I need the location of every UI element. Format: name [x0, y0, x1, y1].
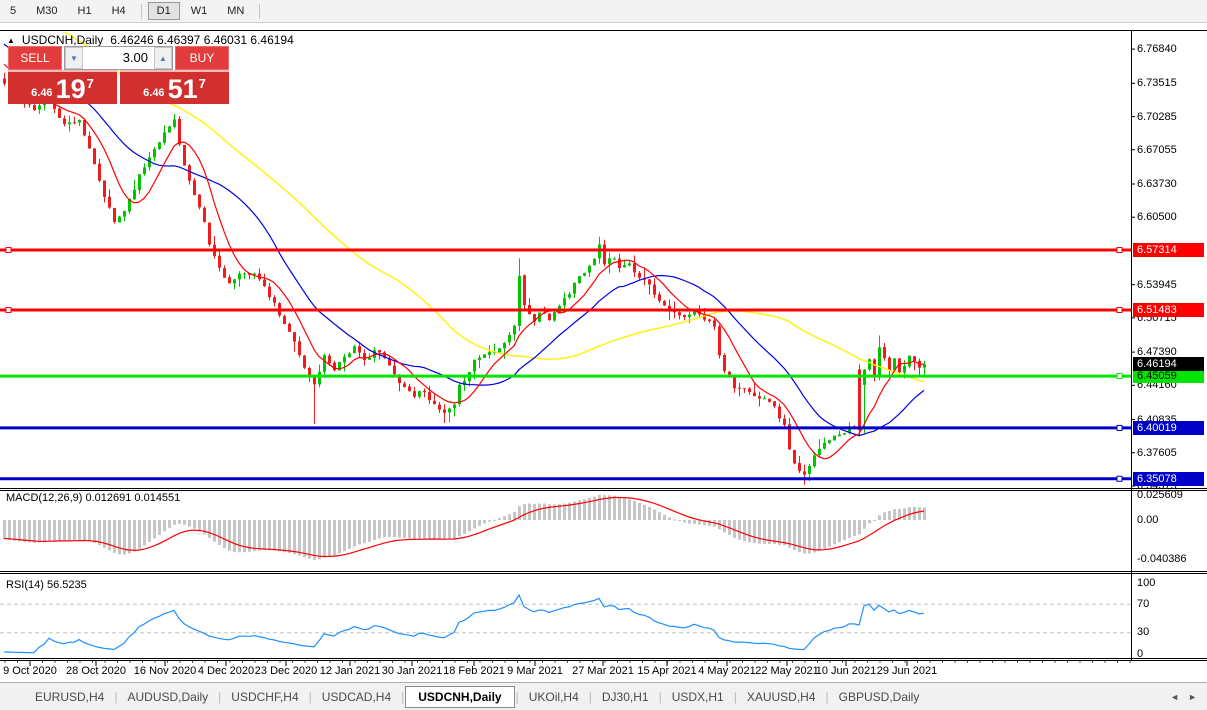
volume-input[interactable]: 3.00 — [83, 47, 154, 69]
bid-price-pipette: 7 — [87, 76, 94, 91]
tab-xauusd-h4[interactable]: XAUUSD,H4 — [738, 687, 825, 707]
date-label: 15 Apr 2021 — [637, 665, 696, 677]
price-chart-canvas[interactable] — [0, 0, 1207, 710]
macd-axis-label: -0.040386 — [1137, 553, 1187, 565]
level-price-label: 6.57314 — [1133, 243, 1204, 257]
level-price-label: 6.40019 — [1133, 421, 1204, 435]
date-label: 9 Mar 2021 — [507, 665, 563, 677]
buy-button[interactable]: BUY — [175, 46, 229, 70]
tabs-scroll-right-icon[interactable]: ► — [1188, 692, 1197, 702]
date-label: 16 Nov 2020 — [134, 665, 196, 677]
price-tick-label: 6.76840 — [1137, 43, 1177, 55]
level-handle[interactable] — [1117, 476, 1122, 481]
price-tick-label: 6.63730 — [1137, 178, 1177, 190]
volume-spinner: ▼ 3.00 ▲ — [64, 46, 173, 70]
level-handle[interactable] — [1117, 248, 1122, 253]
price-tick-label: 6.67055 — [1137, 144, 1177, 156]
candles-layer — [3, 73, 926, 485]
tab-gbpusd-daily[interactable]: GBPUSD,Daily — [830, 687, 929, 707]
tab-usdcnh-daily[interactable]: USDCNH,Daily — [405, 686, 514, 708]
volume-increase-button[interactable]: ▲ — [154, 47, 172, 69]
chart-window-header: ▲ USDCNH,Daily 6.46246 6.46397 6.46031 6… — [7, 33, 294, 47]
ma-fast-line — [4, 64, 924, 459]
tab-ukoil-h4[interactable]: UKOil,H4 — [520, 687, 588, 707]
price-tick-label: 6.60500 — [1137, 211, 1177, 223]
ask-price-pipette: 7 — [199, 76, 206, 91]
date-label: 4 Dec 2020 — [198, 665, 254, 677]
tabs-scroll-left-icon[interactable]: ◄ — [1170, 692, 1179, 702]
macd-indicator-label: MACD(12,26,9) 0.012691 0.014551 — [6, 492, 180, 504]
price-tick-label: 6.47390 — [1137, 346, 1177, 358]
tab-usdcad-h4[interactable]: USDCAD,H4 — [313, 687, 400, 707]
ask-price-box[interactable]: 6.46 51 7 — [120, 70, 229, 104]
current-price-label: 6.46194 — [1133, 357, 1204, 371]
date-label: 22 May 2021 — [755, 665, 819, 677]
rsi-axis-label: 100 — [1137, 577, 1155, 589]
ask-price-prefix: 6.46 — [143, 87, 164, 99]
bid-price-prefix: 6.46 — [31, 87, 52, 99]
tab-eurusd-h4[interactable]: EURUSD,H4 — [26, 687, 113, 707]
one-click-trading-panel: SELL ▼ 3.00 ▲ BUY 6.46 19 7 6.46 51 7 — [8, 46, 229, 104]
collapse-icon[interactable]: ▲ — [7, 36, 15, 45]
macd-axis-label: 0.00 — [1137, 514, 1158, 526]
bid-price-box[interactable]: 6.46 19 7 — [8, 70, 117, 104]
rsi-axis-label: 0 — [1137, 648, 1143, 660]
date-label: 9 Oct 2020 — [3, 665, 57, 677]
bid-price-big: 19 — [56, 75, 86, 104]
date-label: 27 Mar 2021 — [572, 665, 634, 677]
date-label: 12 Jan 2021 — [320, 665, 381, 677]
date-label: 23 Dec 2020 — [255, 665, 317, 677]
date-label: 4 May 2021 — [698, 665, 755, 677]
rsi-axis-label: 30 — [1137, 626, 1149, 638]
date-label: 29 Jun 2021 — [877, 665, 938, 677]
volume-decrease-button[interactable]: ▼ — [65, 47, 83, 69]
macd-axis-label: 0.025609 — [1137, 489, 1183, 501]
level-handle[interactable] — [6, 307, 11, 312]
tab-scroll-arrows: ◄► — [1170, 692, 1197, 702]
date-label: 10 Jun 2021 — [816, 665, 877, 677]
tab-usdchf-h4[interactable]: USDCHF,H4 — [222, 687, 307, 707]
tab-dj30-h1[interactable]: DJ30,H1 — [593, 687, 658, 707]
sell-button[interactable]: SELL — [8, 46, 62, 70]
level-handle[interactable] — [1117, 374, 1122, 379]
mt4-application: 5M30H1H4D1W1MN ▲ USDCNH,Daily 6.46246 6.… — [0, 0, 1207, 710]
level-handle[interactable] — [1117, 425, 1122, 430]
level-handle[interactable] — [1117, 307, 1122, 312]
price-tick-label: 6.53945 — [1137, 279, 1177, 291]
chart-ohlc-values: 6.46246 6.46397 6.46031 6.46194 — [110, 33, 294, 47]
rsi-line — [4, 595, 924, 653]
tab-audusd-daily[interactable]: AUDUSD,Daily — [118, 687, 217, 707]
ask-price-big: 51 — [168, 75, 198, 104]
level-price-label: 6.35078 — [1133, 472, 1204, 486]
date-label: 18 Feb 2021 — [443, 665, 505, 677]
price-tick-label: 6.70285 — [1137, 111, 1177, 123]
rsi-axis-label: 70 — [1137, 598, 1149, 610]
price-tick-label: 6.37605 — [1137, 447, 1177, 459]
date-label: 28 Oct 2020 — [66, 665, 126, 677]
tab-usdx-h1[interactable]: USDX,H1 — [663, 687, 733, 707]
symbol-tab-bar: EURUSD,H4|AUDUSD,Daily|USDCHF,H4|USDCAD,… — [0, 682, 1207, 710]
level-handle[interactable] — [6, 248, 11, 253]
level-price-label: 6.51483 — [1133, 303, 1204, 317]
date-label: 30 Jan 2021 — [382, 665, 443, 677]
price-tick-label: 6.73515 — [1137, 77, 1177, 89]
chart-title: USDCNH,Daily — [22, 33, 103, 47]
rsi-indicator-label: RSI(14) 56.5235 — [6, 579, 87, 591]
